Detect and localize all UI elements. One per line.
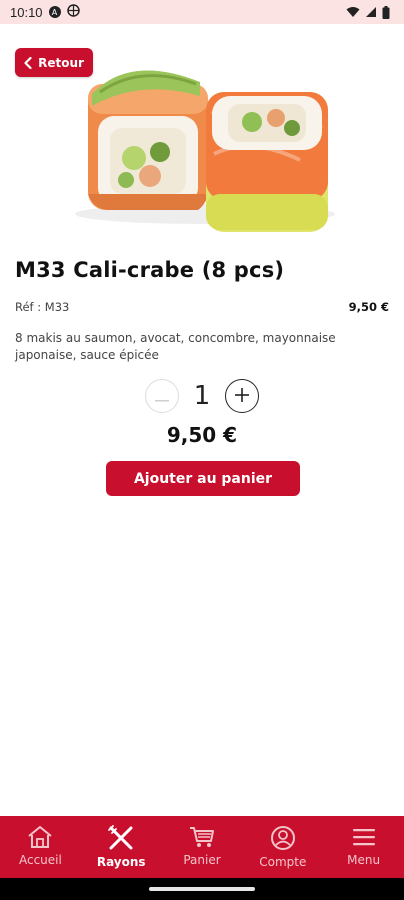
ref-row: Réf : M33 9,50 €	[15, 300, 389, 314]
nav-label-compte: Compte	[259, 855, 307, 869]
quantity-stepper: 1	[0, 377, 404, 415]
product-ref: Réf : M33	[15, 300, 70, 314]
hamburger-icon	[351, 825, 377, 849]
wifi-icon	[346, 6, 360, 18]
minus-icon	[155, 387, 169, 406]
cutlery-icon	[107, 825, 135, 851]
status-bar: 10:10 A	[0, 0, 404, 24]
product-title: M33 Cali-crabe (8 pcs)	[15, 258, 285, 282]
bottom-nav: Accueil Rayons Panier Compte Menu	[0, 816, 404, 878]
status-time: 10:10	[10, 4, 43, 20]
add-to-cart-button[interactable]: Ajouter au panier	[106, 461, 300, 496]
back-button[interactable]: Retour	[15, 48, 93, 77]
gesture-area	[0, 878, 404, 900]
decrease-quantity-button[interactable]	[145, 379, 179, 413]
gesture-handle[interactable]	[149, 887, 255, 891]
cart-icon	[188, 825, 216, 849]
nav-item-rayons[interactable]: Rayons	[81, 816, 162, 878]
unit-price: 9,50 €	[348, 300, 389, 314]
account-icon	[270, 825, 296, 851]
target-circle-icon	[66, 4, 80, 20]
chevron-left-icon	[24, 56, 32, 69]
nav-item-compte[interactable]: Compte	[242, 816, 323, 878]
status-right	[346, 5, 390, 19]
battery-icon	[382, 5, 390, 19]
nav-item-accueil[interactable]: Accueil	[0, 816, 81, 878]
status-left: 10:10 A	[10, 4, 80, 20]
home-icon	[26, 825, 54, 849]
product-description: 8 makis au saumon, avocat, concombre, ma…	[15, 331, 336, 362]
total-price: 9,50 €	[166, 423, 238, 447]
nav-label-rayons: Rayons	[96, 855, 146, 869]
signal-icon	[365, 6, 377, 18]
increase-quantity-button[interactable]	[225, 379, 259, 413]
quantity-value: 1	[193, 381, 211, 411]
nav-item-panier[interactable]: Panier	[162, 816, 243, 878]
nav-label-panier: Panier	[183, 853, 221, 867]
nav-label-menu: Menu	[347, 853, 381, 867]
nav-label-accueil: Accueil	[18, 853, 62, 867]
plus-icon	[235, 387, 249, 406]
back-label: Retour	[38, 55, 84, 70]
a-circle-icon: A	[48, 6, 61, 18]
nav-item-menu[interactable]: Menu	[323, 816, 404, 878]
